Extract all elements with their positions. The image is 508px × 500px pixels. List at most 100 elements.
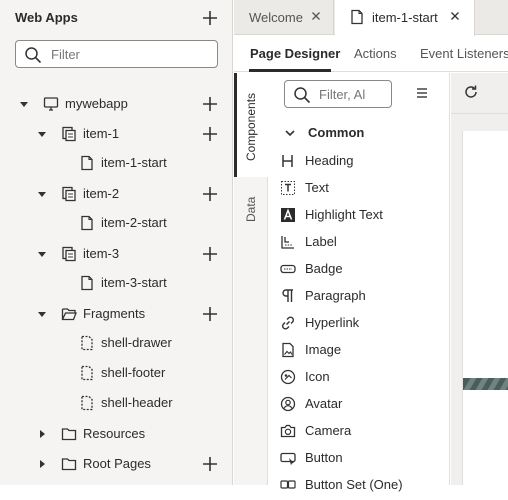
caret-down-icon[interactable] [37, 309, 47, 319]
close-icon[interactable] [450, 11, 460, 21]
caret-right-icon[interactable] [37, 429, 47, 439]
fragment-icon [81, 365, 93, 381]
side-tab-label: Data [244, 196, 258, 222]
component-hyperlink[interactable]: Hyperlink [280, 311, 445, 338]
plus-icon[interactable] [201, 245, 219, 263]
tab-page-designer[interactable]: Page Designer [250, 46, 340, 61]
component-heading[interactable]: Heading [280, 149, 445, 176]
component-label: Highlight Text [305, 207, 383, 222]
tree-item-mywebapp[interactable]: mywebapp [0, 90, 232, 118]
filter-placeholder: Filter [51, 47, 80, 62]
tree-item-item-2-start[interactable]: item-2-start [0, 209, 232, 237]
component-image[interactable]: Image [280, 338, 445, 365]
component-text[interactable]: Text [280, 176, 445, 203]
tree-item-item-2[interactable]: item-2 [0, 180, 232, 208]
component-label: Hyperlink [305, 315, 360, 330]
tree-item-resources[interactable]: Resources [0, 420, 232, 448]
tree-item-label: item-3 [83, 246, 120, 261]
flow-icon [62, 126, 76, 142]
component-avatar[interactable]: Avatar [280, 392, 445, 419]
tree-item-label: item-2 [83, 186, 120, 201]
badge-icon [280, 264, 296, 274]
close-icon[interactable] [311, 11, 321, 21]
tree-item-label: item-1 [83, 126, 120, 141]
tree-item-label: Root Pages [83, 456, 151, 471]
hamburger-menu-icon[interactable] [416, 87, 428, 99]
component-paragraph[interactable]: Paragraph [280, 284, 445, 311]
page-canvas[interactable] [462, 131, 508, 485]
component-badge[interactable]: Badge [280, 257, 445, 284]
tab-welcome[interactable]: Welcome [234, 0, 334, 35]
component-label: Badge [305, 261, 343, 276]
plus-icon[interactable] [201, 95, 219, 113]
components-filter-input[interactable]: Filter, Al [284, 80, 392, 108]
navigator-filter-input[interactable]: Filter [15, 40, 218, 68]
folder-icon [61, 428, 77, 441]
caret-down-icon[interactable] [19, 99, 29, 109]
paragraph-icon [282, 289, 293, 302]
component-label: Label [305, 234, 337, 249]
text-icon [281, 181, 295, 195]
plus-icon[interactable] [201, 455, 219, 473]
refresh-icon[interactable] [463, 84, 479, 100]
tab-actions[interactable]: Actions [354, 46, 397, 61]
tree-item-shell-header[interactable]: shell-header [0, 389, 232, 417]
tree-item-label: item-2-start [101, 215, 167, 230]
add-web-app-button[interactable] [201, 9, 219, 27]
component-label: Icon [305, 369, 330, 384]
flow-icon [62, 186, 76, 202]
flow-icon [62, 246, 76, 262]
tree-item-label: item-3-start [101, 275, 167, 290]
caret-down-icon[interactable] [37, 189, 47, 199]
tab-label: item-1-start [372, 10, 438, 25]
component-label: Button [305, 450, 343, 465]
component-highlight-text[interactable]: Highlight Text [280, 203, 445, 230]
plus-icon[interactable] [201, 185, 219, 203]
component-button[interactable]: Button [280, 446, 445, 473]
component-label: Text [305, 180, 329, 195]
avatar-icon [280, 396, 296, 412]
side-tabs: Components Data [234, 73, 268, 485]
tree-item-item-1-start[interactable]: item-1-start [0, 149, 232, 177]
page-icon [351, 9, 363, 25]
plus-icon[interactable] [201, 305, 219, 323]
canvas-image-strip [463, 378, 508, 390]
tree-item-label: shell-footer [101, 365, 166, 380]
search-icon [25, 47, 42, 64]
caret-down-icon[interactable] [37, 249, 47, 259]
heading-icon [282, 155, 293, 167]
highlight-text-icon [281, 208, 295, 222]
component-button-set-one[interactable]: Button Set (One) [280, 473, 445, 500]
plus-icon[interactable] [201, 125, 219, 143]
component-label: Paragraph [305, 288, 366, 303]
component-label: Avatar [305, 396, 343, 411]
side-tab-data[interactable]: Data [234, 177, 268, 237]
tree-item-label: Fragments [83, 306, 146, 321]
tab-event-listeners[interactable]: Event Listeners [420, 46, 508, 61]
components-palette: Filter, Al Common Heading Text Highlight… [268, 73, 450, 492]
editor-tab-bar: Welcome item-1-start [234, 0, 508, 36]
image-icon [282, 342, 294, 358]
caret-down-icon[interactable] [37, 129, 47, 139]
active-tab-indicator [249, 69, 331, 72]
side-tab-label: Components [244, 92, 258, 161]
tree-item-shell-drawer[interactable]: shell-drawer [0, 329, 232, 357]
component-icon[interactable]: Icon [280, 365, 445, 392]
tree-item-item-1[interactable]: item-1 [0, 120, 232, 148]
component-camera[interactable]: Camera [280, 419, 445, 446]
tree-item-shell-footer[interactable]: shell-footer [0, 359, 232, 387]
plus-icon [203, 11, 217, 25]
tab-item-1-start[interactable]: item-1-start [335, 0, 475, 36]
folder-icon [61, 458, 77, 471]
page-icon [81, 155, 93, 171]
fragment-icon [81, 395, 93, 411]
tree-item-item-3[interactable]: item-3 [0, 240, 232, 268]
caret-right-icon[interactable] [37, 459, 47, 469]
tree-item-fragments[interactable]: Fragments [0, 300, 232, 328]
component-label[interactable]: Label [280, 230, 445, 257]
search-icon [294, 87, 311, 104]
tree-item-root-pages[interactable]: Root Pages [0, 450, 232, 478]
hyperlink-icon [281, 316, 295, 330]
tree-item-item-3-start[interactable]: item-3-start [0, 269, 232, 297]
side-tab-components[interactable]: Components [234, 73, 268, 177]
